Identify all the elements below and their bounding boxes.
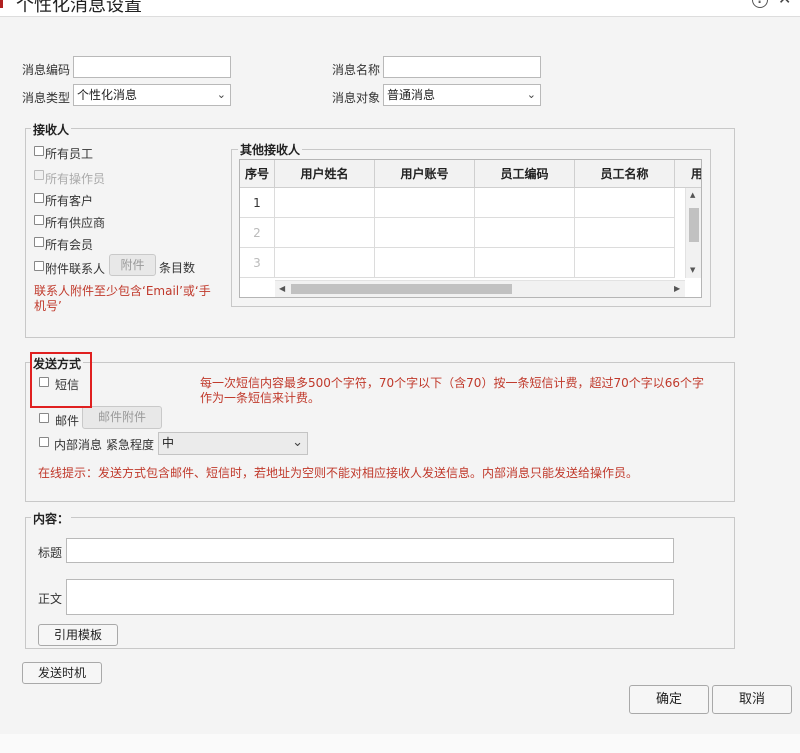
message-type-value: 个性化消息 xyxy=(77,88,138,102)
horizontal-scroll-thumb[interactable] xyxy=(291,284,512,294)
ok-button[interactable]: 确定 xyxy=(629,685,709,714)
message-name-label: 消息名称 xyxy=(332,63,381,77)
receivers-legend: 接收人 xyxy=(31,121,72,138)
mail-checkbox[interactable] xyxy=(39,413,49,423)
all-suppliers-checkbox[interactable] xyxy=(34,215,44,225)
vertical-scrollbar[interactable]: ▲ ▼ xyxy=(685,188,701,278)
online-hint: 在线提示：发送方式包含邮件、短信时，若地址为空则不能对相应接收人发送信息。内部消… xyxy=(38,466,639,480)
table-cell[interactable] xyxy=(375,218,475,248)
sms-billing-note: 每一次短信内容最多500个字符，70个字以下（含70）按一条短信计费，超过70个… xyxy=(200,376,720,406)
row-index-1: 1 xyxy=(240,188,275,218)
table-cell[interactable] xyxy=(475,218,575,248)
internal-message-checkbox[interactable] xyxy=(39,437,49,447)
attachment-button[interactable]: 附件 xyxy=(109,254,156,276)
col-header-employee-name[interactable]: 员工名称 xyxy=(575,160,675,188)
urgency-select[interactable]: 中 ⌄ xyxy=(158,432,308,455)
table-cell[interactable] xyxy=(375,188,475,218)
message-target-select[interactable]: 普通消息 ⌄ xyxy=(383,84,541,106)
all-operators-label: 所有操作员 xyxy=(45,172,106,186)
body-textarea[interactable] xyxy=(66,579,674,615)
attach-contact-label: 附件联系人 xyxy=(45,262,106,276)
table-cell[interactable] xyxy=(275,248,375,278)
message-target-label: 消息对象 xyxy=(332,91,381,105)
all-suppliers-label: 所有供应商 xyxy=(45,216,106,230)
cancel-button[interactable]: 取消 xyxy=(712,685,792,714)
all-members-checkbox[interactable] xyxy=(34,237,44,247)
chevron-down-icon: ⌄ xyxy=(292,435,303,450)
window-bottom-edge xyxy=(0,734,800,753)
col-header-index[interactable]: 序号 xyxy=(240,160,275,188)
mail-attachment-button[interactable]: 邮件附件 xyxy=(82,406,162,429)
message-code-input[interactable] xyxy=(73,56,231,78)
message-name-input[interactable] xyxy=(383,56,541,78)
sms-note-line1: 每一次短信内容最多500个字符，70个字以下（含70）按一条短信计费，超过70个… xyxy=(200,376,704,390)
sms-highlight-box xyxy=(30,352,92,408)
scroll-right-icon[interactable]: ▶ xyxy=(674,284,680,293)
close-icon[interactable]: ✕ xyxy=(778,0,791,7)
insert-template-button[interactable]: 引用模板 xyxy=(38,624,118,646)
contact-note-line1: 联系人附件至少包含‘Email’或‘手 xyxy=(34,284,211,298)
urgency-label: 紧急程度 xyxy=(106,438,155,452)
table-cell[interactable] xyxy=(475,188,575,218)
table-cell[interactable] xyxy=(475,248,575,278)
horizontal-scrollbar[interactable]: ◀ ▶ xyxy=(275,280,685,297)
all-members-label: 所有会员 xyxy=(45,238,94,252)
col-header-truncated[interactable]: 用 xyxy=(675,160,701,188)
message-code-label: 消息编码 xyxy=(22,63,71,77)
all-customers-label: 所有客户 xyxy=(45,194,94,208)
contact-attachment-note: 联系人附件至少包含‘Email’或‘手 机号’ xyxy=(34,284,234,318)
message-type-label: 消息类型 xyxy=(22,91,71,105)
all-employees-checkbox[interactable] xyxy=(34,146,44,156)
col-header-user-account[interactable]: 用户账号 xyxy=(375,160,475,188)
vertical-scroll-thumb[interactable] xyxy=(689,208,699,242)
help-icon[interactable]: ? xyxy=(752,0,768,8)
table-cell[interactable] xyxy=(375,248,475,278)
title-input[interactable] xyxy=(66,538,674,563)
all-employees-label: 所有员工 xyxy=(45,147,94,161)
send-timing-button[interactable]: 发送时机 xyxy=(22,662,102,684)
row-index-2: 2 xyxy=(240,218,275,248)
col-header-employee-code[interactable]: 员工编码 xyxy=(475,160,575,188)
table-cell[interactable] xyxy=(575,188,675,218)
sms-note-line2: 作为一条短信来计费。 xyxy=(200,391,321,405)
table-cell[interactable] xyxy=(575,218,675,248)
contact-note-line2: 机号’ xyxy=(34,299,62,313)
scroll-up-icon[interactable]: ▲ xyxy=(690,191,695,199)
col-header-user-name[interactable]: 用户姓名 xyxy=(275,160,375,188)
attach-contact-checkbox[interactable] xyxy=(34,261,44,271)
title-label: 标题 xyxy=(38,546,63,560)
mail-label: 邮件 xyxy=(55,414,80,428)
table-cell[interactable] xyxy=(575,248,675,278)
other-receivers-legend: 其他接收人 xyxy=(238,141,303,158)
all-operators-checkbox[interactable] xyxy=(34,170,44,180)
table-cell[interactable] xyxy=(275,188,375,218)
content-legend: 内容： xyxy=(31,510,72,527)
chevron-down-icon: ⌄ xyxy=(216,88,226,101)
dialog-titlebar: 个性化消息设置 ? ✕ xyxy=(0,0,800,14)
message-type-select[interactable]: 个性化消息 ⌄ xyxy=(73,84,231,106)
title-marker xyxy=(0,0,3,8)
scroll-left-icon[interactable]: ◀ xyxy=(279,284,285,293)
internal-message-label: 内部消息 xyxy=(54,438,103,452)
body-label: 正文 xyxy=(38,592,63,606)
chevron-down-icon: ⌄ xyxy=(526,88,536,101)
dialog-title: 个性化消息设置 xyxy=(16,0,142,14)
scroll-down-icon[interactable]: ▼ xyxy=(690,266,695,274)
urgency-value: 中 xyxy=(162,436,175,450)
entries-count-label: 条目数 xyxy=(159,261,196,275)
all-customers-checkbox[interactable] xyxy=(34,193,44,203)
other-receivers-grid[interactable]: 序号 用户姓名 用户账号 员工编码 员工名称 用 1 2 3 ▲ ▼ ◀ ▶ xyxy=(239,159,702,298)
row-index-3: 3 xyxy=(240,248,275,278)
table-cell[interactable] xyxy=(275,218,375,248)
message-target-value: 普通消息 xyxy=(387,88,436,102)
